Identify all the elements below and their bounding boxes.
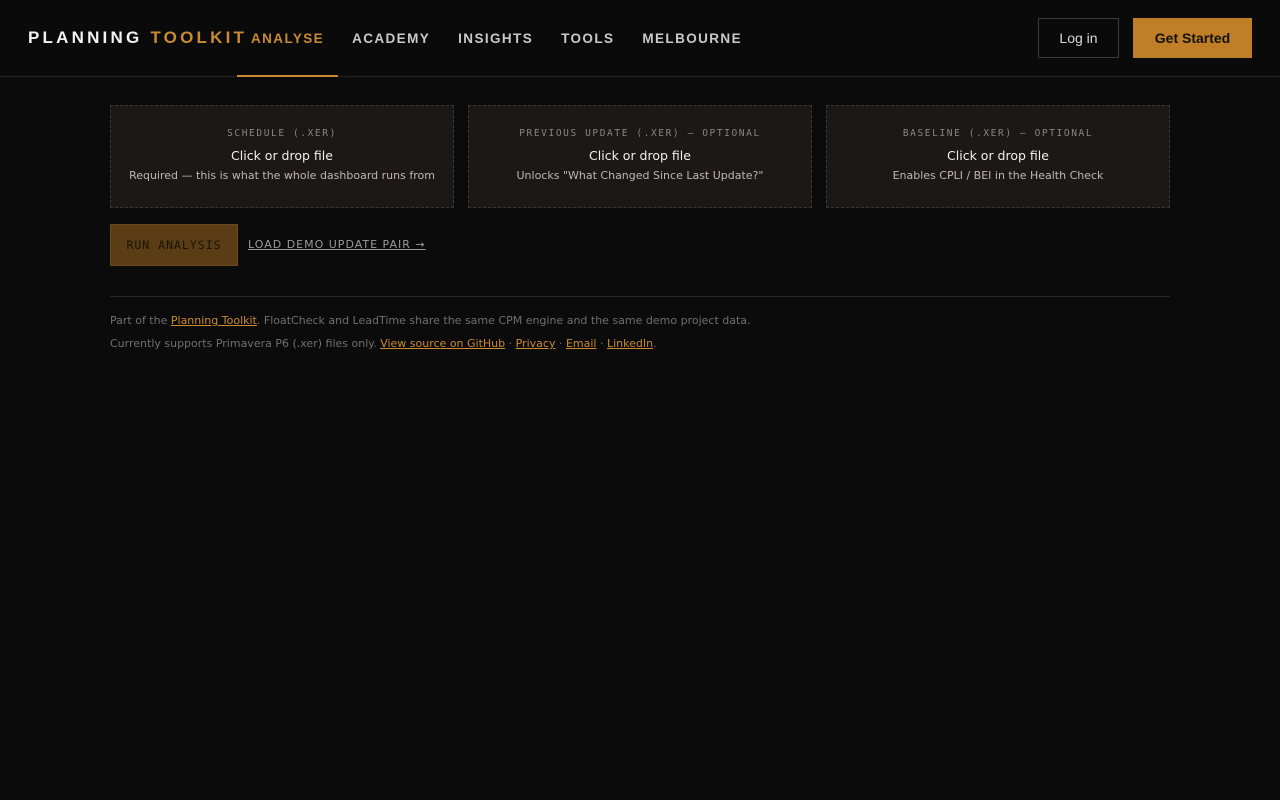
nav-item-analyse[interactable]: ANALYSE <box>237 0 339 77</box>
nav-item-academy[interactable]: ACADEMY <box>338 0 444 77</box>
dropzone-hint: Enables CPLI / BEI in the Health Check <box>892 169 1104 182</box>
separator: · <box>505 337 516 350</box>
email-link[interactable]: Email <box>566 337 597 350</box>
dropzone-label: BASELINE (.XER) — OPTIONAL <box>902 128 1094 139</box>
nav-item-tools[interactable]: TOOLS <box>547 0 628 77</box>
upload-zones: SCHEDULE (.XER) Click or drop file Requi… <box>110 105 1170 208</box>
brand-part2: TOOLKIT <box>150 28 248 47</box>
linkedin-link[interactable]: LinkedIn <box>607 337 653 350</box>
nav-item-melbourne[interactable]: MELBOURNE <box>628 0 756 77</box>
schedule-dropzone[interactable]: SCHEDULE (.XER) Click or drop file Requi… <box>110 105 454 208</box>
dropzone-label: PREVIOUS UPDATE (.XER) — OPTIONAL <box>519 128 761 139</box>
brand-part1: PLANNING <box>28 28 143 47</box>
footer-text: Currently supports Primavera P6 (.xer) f… <box>110 337 381 350</box>
top-navbar: PLANNING TOOLKIT ANALYSE ACADEMY INSIGHTS… <box>0 0 1280 77</box>
login-button[interactable]: Log in <box>1038 18 1119 58</box>
main-nav: ANALYSE ACADEMY INSIGHTS TOOLS MELBOURNE <box>237 0 756 77</box>
privacy-link[interactable]: Privacy <box>516 337 556 350</box>
divider <box>110 296 1170 297</box>
footer-text: Part of the <box>110 314 171 327</box>
nav-item-insights[interactable]: INSIGHTS <box>444 0 547 77</box>
baseline-dropzone[interactable]: BASELINE (.XER) — OPTIONAL Click or drop… <box>826 105 1170 208</box>
run-analysis-button[interactable]: RUN ANALYSIS <box>110 224 238 266</box>
dropzone-label: SCHEDULE (.XER) <box>227 128 337 139</box>
planning-toolkit-link[interactable]: Planning Toolkit <box>171 314 257 327</box>
brand-logo[interactable]: PLANNING TOOLKIT <box>28 28 247 48</box>
dropzone-hint: Required — this is what the whole dashbo… <box>129 169 435 182</box>
separator: · <box>555 337 566 350</box>
footer-line-1: Part of the Planning Toolkit. FloatCheck… <box>110 314 751 327</box>
github-link[interactable]: View source on GitHub <box>380 337 505 350</box>
load-demo-link[interactable]: LOAD DEMO UPDATE PAIR → <box>248 238 426 251</box>
dropzone-action: Click or drop file <box>231 148 333 163</box>
previous-update-dropzone[interactable]: PREVIOUS UPDATE (.XER) — OPTIONAL Click … <box>468 105 812 208</box>
dropzone-action: Click or drop file <box>947 148 1049 163</box>
separator: · <box>596 337 607 350</box>
get-started-button[interactable]: Get Started <box>1133 18 1252 58</box>
dropzone-action: Click or drop file <box>589 148 691 163</box>
footer-line-2: Currently supports Primavera P6 (.xer) f… <box>110 337 657 350</box>
dropzone-hint: Unlocks "What Changed Since Last Update?… <box>516 169 764 182</box>
footer-text: . <box>653 337 657 350</box>
footer-text: . FloatCheck and LeadTime share the same… <box>256 314 751 327</box>
